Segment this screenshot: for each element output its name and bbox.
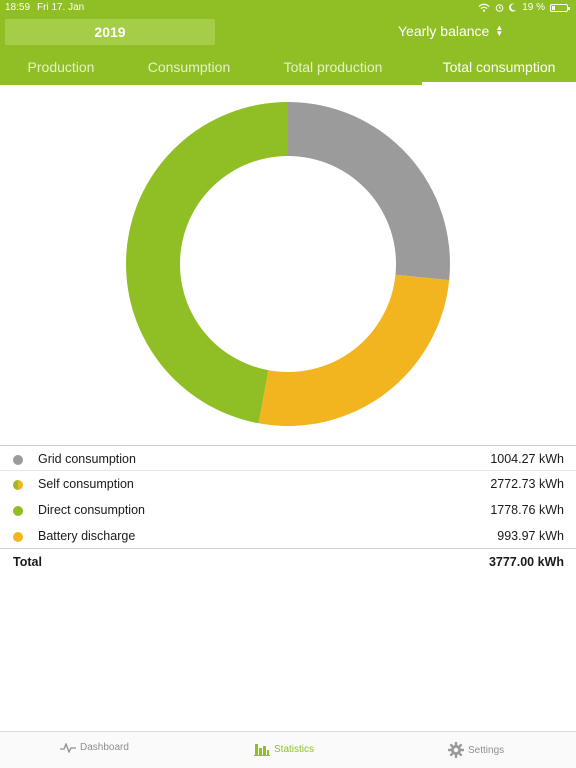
row-value: 1004.27 kWh bbox=[490, 452, 564, 466]
tab-label: Total consumption bbox=[442, 59, 556, 75]
battery-legend-dot bbox=[13, 532, 23, 542]
moon-icon bbox=[509, 3, 517, 12]
row-label: Battery discharge bbox=[38, 529, 136, 543]
row-value: 1778.76 kWh bbox=[490, 503, 564, 517]
tab-production[interactable]: Production bbox=[0, 52, 122, 85]
tab-bar: Production Consumption Total production … bbox=[0, 52, 576, 85]
tab-total-consumption[interactable]: Total consumption bbox=[422, 52, 576, 85]
status-bar: 18:59 Fri 17. Jan 19 % bbox=[0, 0, 576, 16]
status-date: Fri 17. Jan bbox=[37, 2, 85, 13]
alarm-icon bbox=[495, 4, 504, 12]
bar-chart-icon bbox=[254, 744, 270, 756]
row-label: Grid consumption bbox=[38, 452, 136, 466]
row-label: Self consumption bbox=[38, 477, 134, 491]
tab-consumption[interactable]: Consumption bbox=[122, 52, 256, 85]
consumption-breakdown: Grid consumption 1004.27 kWh Self consum… bbox=[0, 445, 576, 574]
breakdown-total-row: Total 3777.00 kWh bbox=[0, 548, 576, 574]
active-tab-indicator bbox=[422, 82, 576, 85]
header-bar: 18:59 Fri 17. Jan 19 % 2019 Yearly balan… bbox=[0, 0, 576, 85]
battery-icon bbox=[550, 3, 570, 12]
tab-label: Total production bbox=[283, 59, 383, 75]
self-legend-dot bbox=[13, 480, 23, 490]
tab-label: Consumption bbox=[147, 59, 231, 75]
status-indicators: 19 % bbox=[478, 2, 570, 13]
row-value: 993.97 kWh bbox=[497, 529, 564, 543]
tab-label: Production bbox=[27, 59, 95, 75]
breakdown-row-grid: Grid consumption 1004.27 kWh bbox=[0, 445, 576, 471]
period-mode-selector[interactable]: Yearly balance ▲ ▼ bbox=[398, 23, 503, 39]
nav-settings[interactable]: Settings bbox=[448, 742, 504, 758]
nav-statistics[interactable]: Statistics bbox=[254, 742, 314, 756]
battery-percent: 19 % bbox=[522, 2, 545, 13]
row-label: Direct consumption bbox=[38, 503, 145, 517]
wifi-icon bbox=[478, 3, 490, 12]
direct-legend-dot bbox=[13, 506, 23, 516]
breakdown-row-self: Self consumption 2772.73 kWh bbox=[0, 471, 576, 497]
status-time: 18:59 bbox=[5, 2, 31, 13]
nav-dashboard[interactable]: Dashboard bbox=[60, 742, 129, 753]
breakdown-row-direct: Direct consumption 1778.76 kWh bbox=[0, 497, 576, 523]
donut-slice-direct-consumption bbox=[125, 102, 289, 424]
nav-label: Dashboard bbox=[80, 742, 129, 753]
donut-slice-grid-consumption bbox=[288, 102, 451, 281]
gear-icon bbox=[448, 742, 464, 758]
pulse-icon bbox=[60, 742, 76, 753]
breakdown-row-battery: Battery discharge 993.97 kWh bbox=[0, 523, 576, 549]
tab-total-production[interactable]: Total production bbox=[256, 52, 410, 85]
consumption-donut-chart bbox=[125, 102, 451, 426]
nav-label: Settings bbox=[468, 744, 505, 756]
bottom-nav: Dashboard Statistics Settings bbox=[0, 731, 576, 768]
period-mode-label: Yearly balance bbox=[398, 23, 490, 39]
grid-legend-dot bbox=[13, 455, 23, 465]
sort-arrows-icon: ▲ ▼ bbox=[495, 23, 504, 38]
row-value: 2772.73 kWh bbox=[490, 477, 564, 491]
year-selector[interactable]: 2019 bbox=[5, 19, 215, 45]
nav-label: Statistics bbox=[274, 743, 315, 755]
total-value: 3777.00 kWh bbox=[488, 555, 564, 569]
donut-slice-battery-discharge bbox=[258, 274, 450, 426]
total-label: Total bbox=[13, 555, 42, 569]
